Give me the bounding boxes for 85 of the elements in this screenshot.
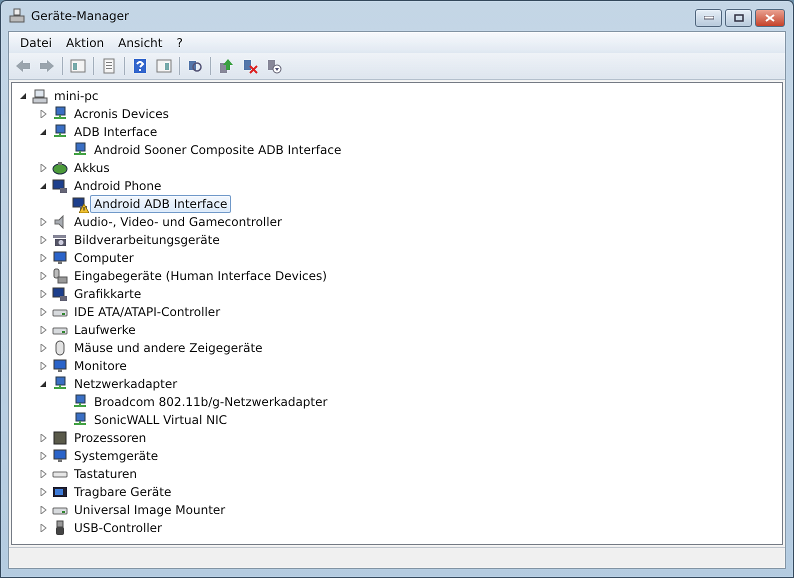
scan-hardware-icon (187, 58, 203, 74)
expanded-arrow-icon[interactable] (40, 380, 48, 388)
forward-arrow-icon (39, 58, 55, 74)
collapsed-arrow-icon[interactable] (40, 164, 48, 172)
window-title: Geräte-Manager (31, 9, 129, 23)
minimize-icon (704, 16, 714, 20)
device-manager-icon (9, 8, 25, 24)
collapsed-arrow-icon[interactable] (40, 272, 48, 280)
expanded-arrow-icon[interactable] (40, 128, 48, 136)
network-adapter-icon (52, 106, 68, 122)
tree-item[interactable]: Audio-, Video- und Gamecontroller (70, 213, 286, 231)
maximize-icon (734, 14, 744, 22)
close-button[interactable] (755, 9, 785, 27)
back-arrow-icon (15, 58, 31, 74)
collapsed-arrow-icon[interactable] (40, 110, 48, 118)
menu-item[interactable]: Ansicht (111, 36, 170, 50)
tree-item[interactable]: Universal Image Mounter (70, 501, 230, 519)
tree-item[interactable]: Eingabegeräte (Human Interface Devices) (70, 267, 331, 285)
cpu-icon (52, 430, 68, 446)
maximize-button[interactable] (725, 9, 752, 27)
tree-item[interactable]: mini-pc (50, 87, 103, 105)
network-adapter-icon (72, 394, 88, 410)
collapsed-arrow-icon[interactable] (40, 344, 48, 352)
tree-item[interactable]: Tastaturen (70, 465, 141, 483)
tree-item[interactable]: Acronis Devices (70, 105, 173, 123)
tree-item[interactable]: Systemgeräte (70, 447, 162, 465)
tree-item[interactable]: Laufwerke (70, 321, 140, 339)
display-icon (52, 178, 68, 194)
collapsed-arrow-icon[interactable] (40, 218, 48, 226)
tree-item[interactable]: USB-Controller (70, 519, 166, 537)
tree-item[interactable]: Mäuse und andere Zeigegeräte (70, 339, 267, 357)
menu-item[interactable]: Datei (13, 36, 60, 50)
expanded-arrow-icon[interactable] (40, 182, 48, 190)
tree-item[interactable]: Grafikkarte (70, 285, 146, 303)
expanded-arrow-icon[interactable] (20, 92, 28, 100)
help-icon (132, 58, 148, 74)
close-icon (765, 14, 775, 22)
display-icon (52, 286, 68, 302)
collapsed-arrow-icon[interactable] (40, 236, 48, 244)
menu-item[interactable]: ? (169, 36, 190, 50)
tree-item[interactable]: Netzwerkadapter (70, 375, 182, 393)
menu-item[interactable]: Aktion (59, 36, 112, 50)
tree-item[interactable]: Android Phone (70, 177, 166, 195)
tree-item[interactable]: Computer (70, 249, 138, 267)
tree-item[interactable]: Broadcom 802.11b/g-Netzwerkadapter (90, 393, 332, 411)
tree-item[interactable]: Prozessoren (70, 429, 150, 447)
tree-item[interactable]: Tragbare Geräte (70, 483, 176, 501)
tree-item[interactable]: IDE ATA/ATAPI-Controller (70, 303, 224, 321)
tree-item[interactable]: Akkus (70, 159, 114, 177)
monitor-icon (52, 448, 68, 464)
disable-device-icon (266, 58, 282, 74)
collapsed-arrow-icon[interactable] (40, 434, 48, 442)
collapsed-arrow-icon[interactable] (40, 488, 48, 496)
collapsed-arrow-icon[interactable] (40, 470, 48, 478)
tree-item[interactable]: Android ADB Interface (90, 195, 232, 213)
tree-item[interactable]: Android Sooner Composite ADB Interface (90, 141, 346, 159)
uninstall-icon (242, 58, 258, 74)
monitor-icon (52, 250, 68, 266)
tree-item[interactable]: ADB Interface (70, 123, 162, 141)
collapsed-arrow-icon[interactable] (40, 506, 48, 514)
monitor-icon (52, 358, 68, 374)
collapsed-arrow-icon[interactable] (40, 290, 48, 298)
minimize-button[interactable] (695, 9, 722, 27)
portable-icon (52, 484, 68, 500)
camera-icon (52, 232, 68, 248)
tree-item[interactable]: Bildverarbeitungsgeräte (70, 231, 224, 249)
input-icon (52, 268, 68, 284)
collapsed-arrow-icon[interactable] (40, 452, 48, 460)
collapsed-arrow-icon[interactable] (40, 326, 48, 334)
battery-icon (52, 160, 68, 176)
action-pane-icon (156, 58, 172, 74)
tree-item[interactable]: SonicWALL Virtual NIC (90, 411, 232, 429)
network-adapter-icon (72, 142, 88, 158)
network-adapter-icon (52, 376, 68, 392)
update-driver-icon (218, 58, 234, 74)
collapsed-arrow-icon[interactable] (40, 362, 48, 370)
collapsed-arrow-icon[interactable] (40, 524, 48, 532)
console-tree-icon (70, 58, 86, 74)
network-adapter-icon (72, 412, 88, 428)
collapsed-arrow-icon[interactable] (40, 308, 48, 316)
collapsed-arrow-icon[interactable] (40, 254, 48, 262)
properties-icon (101, 58, 117, 74)
network-adapter-icon (52, 124, 68, 140)
tree-item[interactable]: Monitore (70, 357, 131, 375)
computer-icon (32, 88, 48, 104)
